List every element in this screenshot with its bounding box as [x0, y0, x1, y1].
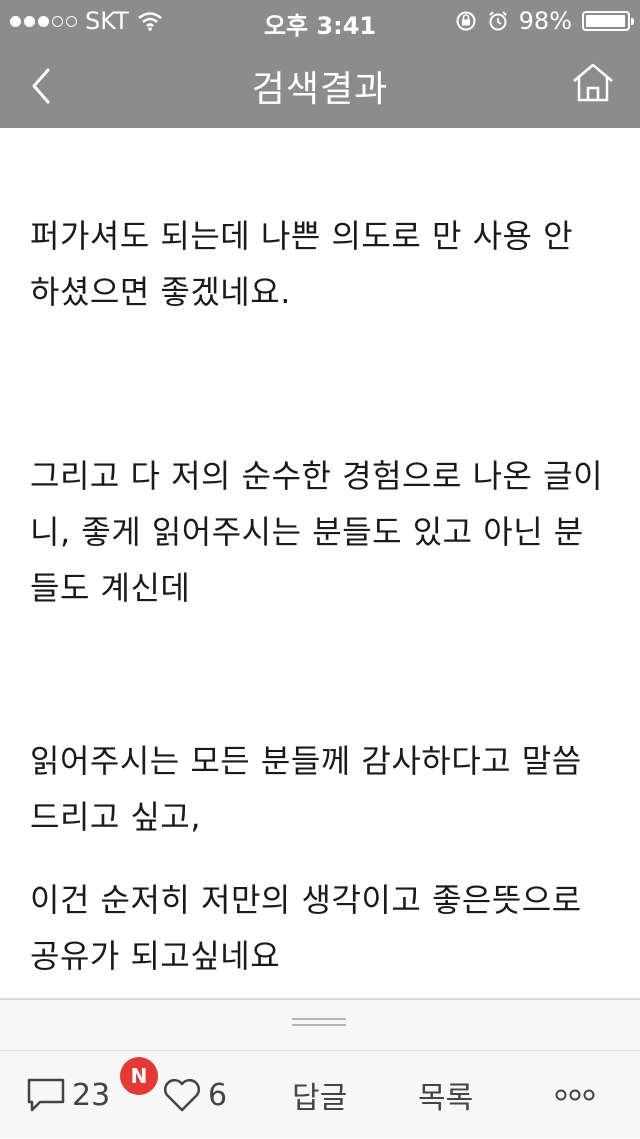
rotation-lock-icon: [456, 11, 476, 31]
comment-count: 23: [72, 1077, 111, 1113]
comment-icon: [27, 1078, 65, 1112]
list-button[interactable]: 목록: [418, 1071, 473, 1119]
post-paragraph: 그리고 다 저의 순수한 경험으로 나온 글이니, 좋게 읽어주시는 분들도 있…: [30, 457, 604, 607]
more-dots-icon: [555, 1089, 595, 1101]
battery-percent: 98%: [518, 7, 572, 35]
alarm-icon: [488, 11, 507, 31]
like-count: 6: [208, 1077, 228, 1113]
heart-icon: [164, 1079, 200, 1112]
nav-bar: 검색결과: [0, 40, 640, 128]
page-title: 검색결과: [251, 69, 389, 110]
home-icon[interactable]: [570, 60, 616, 106]
post-content: 퍼가셔도 되는데 나쁜 의도로 만 사용 안 하셨으면 좋겠네요. 그리고 다 …: [30, 128, 610, 998]
status-bar: SKT 오후 3:41 98%: [0, 0, 640, 40]
post-paragraph: 읽어주시는 모든 분들께 감사하다고 말씀드리고 싶고,: [30, 742, 582, 836]
drag-handle[interactable]: [292, 1018, 346, 1028]
new-badge: N: [120, 1057, 158, 1095]
battery-icon: [582, 11, 634, 31]
comments-button[interactable]: 23 N: [26, 1057, 158, 1119]
bottom-panel: 23 N 6 답글 목록: [0, 998, 640, 1138]
like-button[interactable]: 6: [162, 1071, 227, 1119]
header: SKT 오후 3:41 98% 검색결과: [0, 0, 640, 128]
post-paragraph: 이건 순저히 저만의 생각이고 좋은뜻으로 공유가 되고싶네요: [30, 881, 582, 975]
post-paragraph: 퍼가셔도 되는데 나쁜 의도로 만 사용 안 하셨으면 좋겠네요.: [30, 217, 574, 311]
bottom-toolbar: 23 N 6 답글 목록: [0, 1050, 640, 1139]
more-button[interactable]: [555, 1071, 595, 1119]
reply-button[interactable]: 답글: [292, 1071, 347, 1119]
